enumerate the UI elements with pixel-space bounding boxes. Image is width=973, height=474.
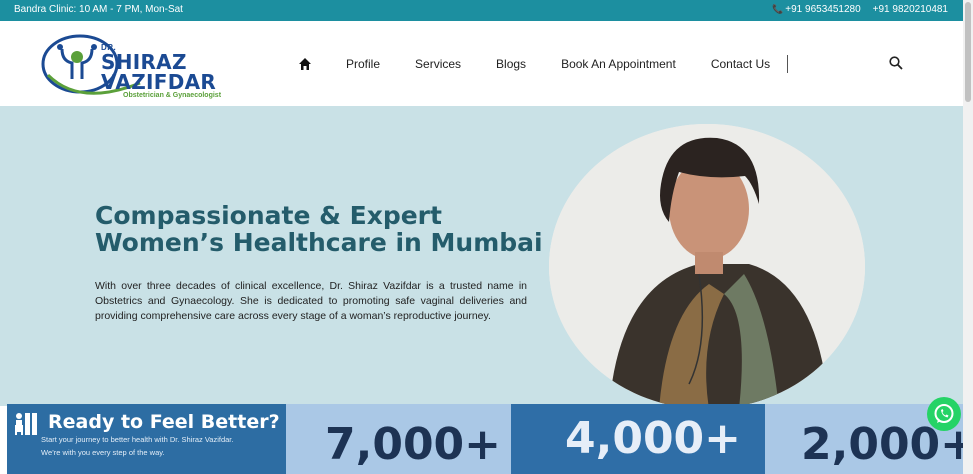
cta-title: Ready to Feel Better?	[48, 411, 280, 433]
stat-value: 4,000+	[565, 413, 742, 464]
logo-name: SHIRAZ VAZIFDAR	[101, 50, 217, 94]
page-scrollbar[interactable]	[963, 0, 973, 474]
phone-link-1[interactable]: 📞 +91 9653451280	[772, 4, 861, 15]
nav-item-services[interactable]: Services	[415, 57, 461, 71]
phone-icon: 📞	[772, 4, 784, 14]
logo-subtitle: Obstetrician & Gynaecologist	[123, 92, 222, 99]
doctor-photo	[549, 124, 865, 406]
phone-numbers: 📞 +91 9653451280 +91 9820210481	[772, 4, 948, 15]
nav-item-blogs[interactable]: Blogs	[496, 57, 526, 71]
hero-title-line-1: Compassionate & Expert	[95, 201, 442, 230]
people-icon	[15, 413, 37, 435]
main-nav: Profile Services Blogs Book An Appointme…	[298, 21, 805, 106]
nav-item-profile[interactable]: Profile	[346, 57, 380, 71]
cta-line-2: We’re with you every step of the way.	[41, 448, 165, 457]
logo[interactable]: DR. SHIRAZ VAZIFDAR Obstetrician & Gynae…	[40, 27, 248, 100]
nav-divider	[787, 55, 788, 73]
clinic-hours: Bandra Clinic: 10 AM - 7 PM, Mon-Sat	[14, 4, 183, 15]
search-icon[interactable]	[889, 56, 903, 70]
site-header: DR. SHIRAZ VAZIFDAR Obstetrician & Gynae…	[0, 21, 963, 106]
stat-card: 4,000+	[511, 404, 765, 474]
scrollbar-thumb[interactable]	[965, 2, 971, 102]
hero-section: Compassionate & Expert Women’s Healthcar…	[0, 106, 963, 406]
whatsapp-icon	[934, 404, 954, 423]
phone-number-1: +91 9653451280	[785, 4, 861, 15]
cta-card[interactable]: Ready to Feel Better? Start your journey…	[7, 404, 286, 474]
logo-text: DR. SHIRAZ VAZIFDAR Obstetrician & Gynae…	[101, 43, 248, 99]
doctor-portrait	[549, 124, 865, 406]
cta-line-1: Start your journey to better health with…	[41, 435, 234, 444]
nav-item-contact[interactable]: Contact Us	[711, 57, 770, 71]
hero-title-line-2: Women’s Healthcare in Mumbai	[95, 228, 543, 257]
hero-description: With over three decades of clinical exce…	[95, 280, 527, 322]
home-icon[interactable]	[298, 57, 312, 71]
stat-value: 7,000+	[325, 419, 502, 470]
nav-item-book-appointment[interactable]: Book An Appointment	[561, 57, 676, 71]
whatsapp-button[interactable]	[927, 397, 961, 431]
phone-link-2[interactable]: +91 9820210481	[873, 4, 948, 15]
stat-card: 7,000+	[286, 404, 511, 474]
stats-strip: Ready to Feel Better? Start your journey…	[0, 404, 963, 474]
hero-title: Compassionate & Expert Women’s Healthcar…	[95, 202, 543, 256]
top-bar: Bandra Clinic: 10 AM - 7 PM, Mon-Sat 📞 +9…	[0, 0, 963, 21]
